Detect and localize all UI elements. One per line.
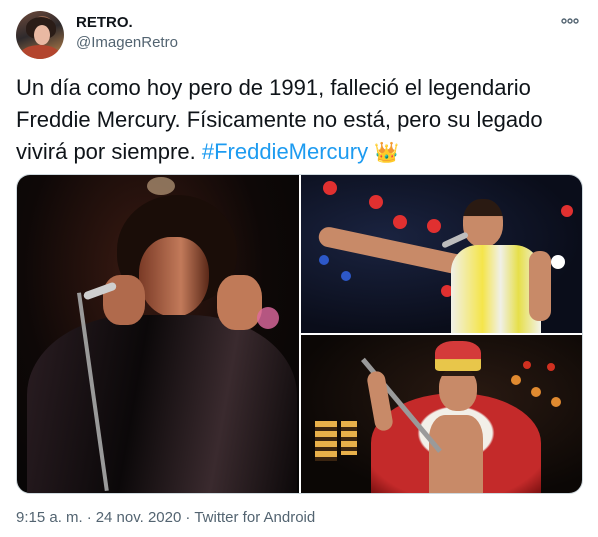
photo-3-light bbox=[531, 387, 541, 397]
photo-2-light bbox=[551, 255, 565, 269]
tweet-header: RETRO. @ImagenRetro bbox=[16, 11, 582, 59]
photo-2-light bbox=[319, 255, 329, 265]
avatar-shoulder bbox=[20, 45, 60, 59]
photo-3-light bbox=[547, 363, 555, 371]
photo-2-head bbox=[463, 199, 503, 247]
photo-1[interactable] bbox=[17, 175, 299, 493]
tweet-text: Un día como hoy pero de 1991, falleció e… bbox=[16, 72, 582, 169]
photo-2-light bbox=[323, 181, 337, 195]
tweet-meta: 9:15 a. m. · 24 nov. 2020 · Twitter for Andr… bbox=[16, 508, 315, 528]
tweet-date[interactable]: 24 nov. 2020 bbox=[96, 509, 182, 526]
photo-2-light bbox=[369, 195, 383, 209]
photo-3-torso bbox=[429, 415, 483, 493]
crown-emoji-icon: 👑 bbox=[374, 142, 400, 164]
photo-2-arm-right bbox=[529, 251, 551, 321]
photo-3-crown bbox=[435, 341, 481, 371]
photo-2-arm bbox=[316, 225, 468, 276]
photo-2-torso bbox=[451, 245, 541, 333]
photo-1-body bbox=[27, 315, 297, 493]
photo-2-mic bbox=[441, 231, 469, 249]
tweet: RETRO. @ImagenRetro Un día como hoy pero… bbox=[0, 0, 598, 537]
user-handle[interactable]: @ImagenRetro bbox=[76, 33, 178, 53]
photo-3[interactable] bbox=[301, 335, 582, 493]
photo-1-light-2 bbox=[147, 177, 175, 195]
photo-3-light bbox=[551, 397, 561, 407]
photo-2-light bbox=[341, 271, 351, 281]
photo-2[interactable] bbox=[301, 175, 582, 333]
author-names: RETRO. @ImagenRetro bbox=[76, 13, 178, 53]
photo-2-light bbox=[561, 205, 573, 217]
hashtag-link[interactable]: #FreddieMercury bbox=[202, 139, 368, 164]
avatar-face bbox=[34, 25, 50, 45]
photo-3-light bbox=[523, 361, 531, 369]
photo-3-head bbox=[439, 367, 477, 411]
photo-1-light bbox=[257, 307, 279, 329]
display-name[interactable]: RETRO. bbox=[76, 13, 178, 33]
photo-3-arm bbox=[365, 369, 395, 433]
photo-3-lights-left-2 bbox=[341, 421, 357, 455]
photo-3-lights-left bbox=[315, 421, 337, 461]
photo-2-light bbox=[393, 215, 407, 229]
meta-separator: · bbox=[86, 509, 92, 526]
meta-separator-2: · bbox=[185, 509, 191, 526]
photo-1-face bbox=[139, 237, 209, 317]
photo-1-hand-right bbox=[217, 275, 262, 330]
avatar[interactable] bbox=[16, 11, 64, 59]
tweet-source[interactable]: Twitter for Android bbox=[194, 509, 315, 526]
more-horizontal-icon[interactable] bbox=[558, 11, 582, 31]
media-grid bbox=[16, 174, 583, 494]
photo-2-light bbox=[427, 219, 441, 233]
photo-3-light bbox=[511, 375, 521, 385]
tweet-time[interactable]: 9:15 a. m. bbox=[16, 509, 83, 526]
